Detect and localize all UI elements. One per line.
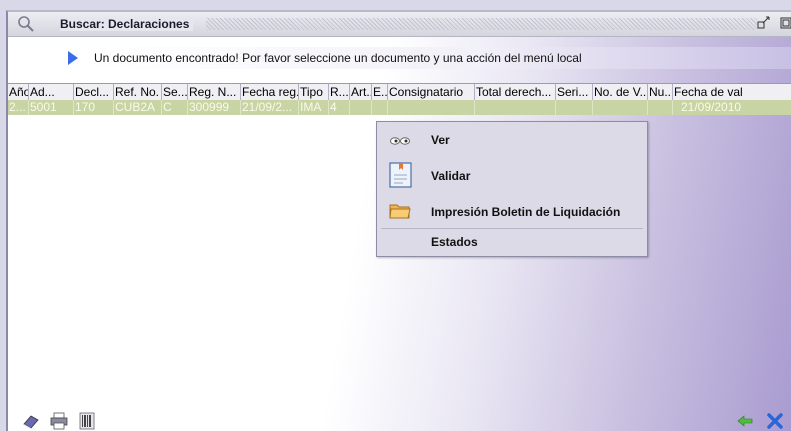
table-cell: 300999	[188, 100, 241, 115]
search-window: Buscar: Declaraciones Un documento encon…	[6, 10, 791, 431]
column-header[interactable]: Año	[8, 84, 29, 101]
close-x-icon[interactable]	[766, 412, 784, 430]
menu-separator	[381, 228, 643, 229]
table-cell: C	[162, 100, 188, 115]
message-text: Un documento encontrado! Por favor selec…	[94, 51, 582, 65]
table-cell: 21/09/2010	[681, 100, 742, 114]
titlebar-pattern	[206, 18, 757, 30]
column-header[interactable]: E...	[372, 84, 388, 101]
minimize-icon[interactable]	[757, 16, 771, 30]
table-cell: 170	[74, 100, 114, 115]
column-header[interactable]: R...	[329, 84, 350, 101]
column-header[interactable]: Consignatario	[388, 84, 475, 101]
folder-icon	[389, 204, 411, 219]
column-header[interactable]: Seri...	[556, 84, 593, 101]
table-cell	[648, 100, 673, 115]
table-cell: IMA	[299, 100, 329, 115]
column-header[interactable]: Reg. N...	[188, 84, 241, 101]
document-check-icon	[389, 162, 412, 188]
table-cell	[388, 100, 475, 115]
column-header[interactable]: Total derech...	[475, 84, 556, 101]
window-title: Buscar: Declaraciones	[60, 17, 194, 31]
column-header[interactable]: Nu...	[648, 84, 673, 101]
search-icon	[18, 16, 34, 32]
window-titlebar: Buscar: Declaraciones	[8, 12, 791, 37]
column-header[interactable]: Se...	[162, 84, 188, 101]
column-header[interactable]: Ad...	[29, 84, 74, 101]
menu-item-label: Ver	[431, 133, 450, 147]
menu-item-label: Validar	[431, 169, 471, 183]
column-header[interactable]: Decl...	[74, 84, 114, 101]
table-cell: CUB2A	[114, 100, 162, 115]
menu-item-validar[interactable]: Validar	[377, 158, 647, 192]
column-header[interactable]: Art...	[350, 84, 372, 101]
column-header[interactable]: No. de V...	[593, 84, 648, 101]
table-cell	[350, 100, 372, 115]
table-cell	[372, 100, 388, 115]
column-header[interactable]: Ref. No.	[114, 84, 162, 101]
column-header[interactable]: Fecha reg.	[241, 84, 299, 101]
column-header[interactable]: Fecha de val	[673, 84, 791, 101]
maximize-icon[interactable]	[779, 16, 791, 30]
table-cell	[475, 100, 556, 115]
back-arrow-icon[interactable]	[736, 412, 754, 430]
table-cell: 2...	[8, 100, 29, 115]
menu-item-label: Estados	[431, 235, 478, 249]
barcode-icon[interactable]	[78, 412, 96, 430]
column-header[interactable]: Tipo	[299, 84, 329, 101]
context-menu: Ver Validar Impresión Boletin de Liquida…	[376, 121, 648, 257]
menu-item-ver[interactable]: Ver	[377, 122, 647, 158]
table-cell	[593, 100, 648, 115]
printer-icon[interactable]	[50, 412, 68, 430]
menu-item-label: Impresión Boletin de Liquidación	[431, 205, 621, 219]
table-row[interactable]: 2... 5001 170 CUB2A C 300999 21/09/2... …	[8, 100, 791, 115]
arrow-right-icon	[68, 51, 78, 65]
table-cell: 5001	[29, 100, 74, 115]
bottom-toolbar	[8, 410, 791, 431]
table-cell: 21/09/2...	[241, 100, 299, 115]
message-bar: Un documento encontrado! Por favor selec…	[8, 47, 791, 69]
eyes-icon	[390, 137, 410, 145]
menu-item-impresion[interactable]: Impresión Boletin de Liquidación	[377, 194, 647, 226]
book-icon[interactable]	[22, 412, 40, 430]
menu-item-estados[interactable]: Estados	[377, 230, 647, 255]
table-cell	[556, 100, 593, 115]
table-cell: 4	[329, 100, 350, 115]
